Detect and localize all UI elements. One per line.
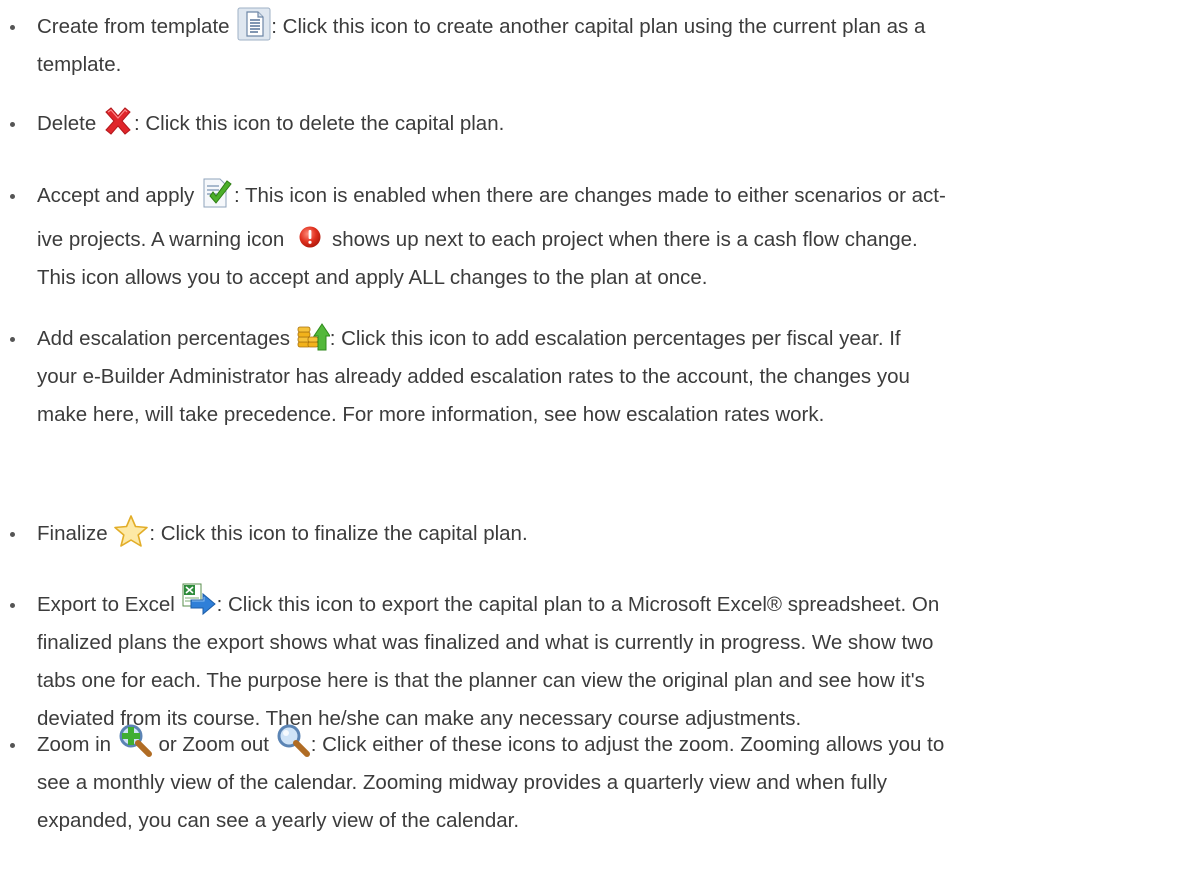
item-text: Accept and apply : This icon is enabled … bbox=[37, 177, 1153, 215]
bullet bbox=[10, 743, 15, 748]
bullet bbox=[10, 25, 15, 30]
item-label-secondary: or Zoom out bbox=[158, 733, 269, 756]
warning-icon bbox=[298, 225, 322, 249]
bullet bbox=[10, 532, 15, 537]
item-label: Finalize bbox=[37, 522, 108, 545]
item-text: Export to Excel : Click this icon to exp… bbox=[37, 583, 1153, 738]
item-text: Finalize : Click this icon to finalize t… bbox=[37, 514, 1153, 553]
item-text: Zoom in or Zoom out : Click either of th… bbox=[37, 724, 1153, 840]
template-document-icon bbox=[237, 7, 271, 41]
escalation-coins-arrow-icon bbox=[296, 320, 330, 352]
zoom-in-icon bbox=[117, 722, 153, 758]
excel-export-icon bbox=[181, 582, 217, 618]
item-label: Create from template bbox=[37, 15, 230, 38]
bullet bbox=[10, 337, 15, 342]
delete-x-icon bbox=[102, 105, 134, 137]
item-text-continued: ive projects. A warning icon shows up ne… bbox=[37, 221, 1153, 297]
item-label: Add escalation percentages bbox=[37, 327, 291, 350]
item-label: Zoom in bbox=[37, 733, 112, 756]
bullet bbox=[10, 122, 15, 127]
item-text: Create from template : Click this icon t… bbox=[37, 7, 1153, 84]
finalize-star-icon bbox=[113, 514, 149, 548]
item-text: Delete : Click this icon to delete the c… bbox=[37, 105, 1153, 143]
item-label: Export to Excel bbox=[37, 593, 175, 616]
item-text: Add escalation percentages : Click this … bbox=[37, 320, 1153, 434]
item-label: Delete bbox=[37, 112, 97, 135]
bullet bbox=[10, 194, 15, 199]
bullet bbox=[10, 603, 15, 608]
accept-apply-checkmark-icon bbox=[200, 176, 234, 210]
zoom-out-icon bbox=[275, 722, 311, 758]
item-label: Accept and apply bbox=[37, 184, 195, 207]
